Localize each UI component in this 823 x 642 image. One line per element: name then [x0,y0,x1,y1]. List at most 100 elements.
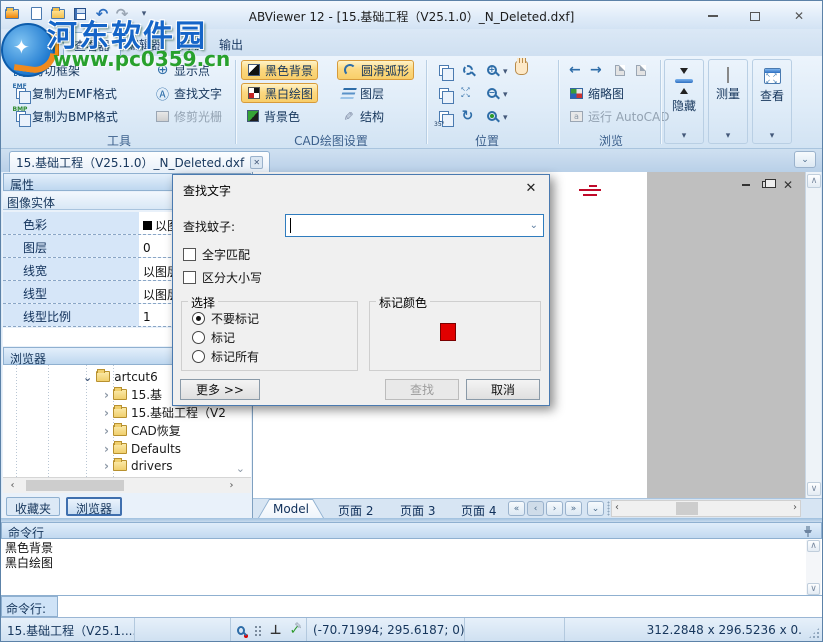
tree-node[interactable]: CAD恢复 [104,422,181,439]
checkbox-icon[interactable] [183,271,196,284]
expand-node-icon[interactable] [104,442,109,456]
expand-node-icon[interactable] [104,459,109,473]
tree-scroll-down-icon[interactable]: ⌄ [236,462,245,475]
zoom-selected-button[interactable] [480,106,512,126]
rotate-35-button[interactable]: 35° [432,106,455,126]
tree-scroll-right-icon[interactable]: › [224,479,239,492]
zoom-out-dropdown-icon[interactable] [503,86,508,100]
checkbox-icon[interactable] [183,248,196,261]
canvas-vertical-scrollbar[interactable]: ∧ ∨ [805,172,821,498]
hide-dropdown-icon[interactable] [682,127,687,141]
zoom-in-dropdown-icon[interactable] [503,63,508,77]
expand-node-icon[interactable] [104,424,109,438]
copy-bmp-button[interactable]: BMP 复制为BMP格式 [9,106,122,126]
expand-node-icon[interactable] [104,406,109,420]
zoom-window-button[interactable] [456,60,479,80]
tab-viewer[interactable]: 查看器 [63,32,121,56]
radio-icon[interactable] [192,312,205,325]
radio-icon[interactable] [192,350,205,363]
minimize-button[interactable] [700,7,726,25]
bw-drawing-toggle[interactable]: 黑白绘图 [241,83,318,103]
more-button[interactable]: 更多 >> [180,379,260,400]
tree-node[interactable]: 15.基 [104,386,162,403]
expand-node-icon[interactable] [104,388,109,402]
copy-view-button[interactable] [432,83,455,103]
zoom-in-button[interactable]: + [480,60,512,80]
tab-browser[interactable]: 浏览器 [66,497,122,516]
status-edit-check-icon[interactable] [290,624,300,637]
view-button[interactable]: ↖ ↗↙ ↘ 查看 [752,59,792,144]
radio-no-mark[interactable]: 不要标记 [192,310,259,327]
scroll-down-icon[interactable]: ∨ [807,482,821,496]
pan-button[interactable] [510,58,533,78]
command-input-row[interactable]: 命令行: [1,596,822,617]
tree-node[interactable]: Defaults [104,440,181,457]
copy-emf-button[interactable]: EMF 复制为EMF格式 [9,83,121,103]
tree-node-root[interactable]: artcut6 [83,368,158,385]
tree-horizontal-scrollbar[interactable]: ‹ › [3,477,251,493]
page-tab-2[interactable]: 页面 2 [338,502,373,519]
zoom-selected-dropdown-icon[interactable] [503,109,508,123]
page-last-icon[interactable]: » [565,501,582,516]
log-scroll-up-icon[interactable]: ∧ [807,540,820,552]
mark-color-swatch[interactable] [440,323,456,341]
command-log[interactable]: 黑色背景 黑白绘图 [1,539,822,596]
tab-editor[interactable]: 编辑器 [117,32,173,56]
background-color-button[interactable]: 背景色 [241,106,304,126]
command-panel-header[interactable]: 命令行 [1,522,822,539]
smooth-arcs-toggle[interactable]: 圆滑弧形 [337,60,414,80]
tab-favorites[interactable]: 收藏夹 [6,497,60,516]
status-grid-icon[interactable] [253,624,262,636]
show-points-button[interactable]: 显示点 [151,60,214,80]
command-log-scrollbar[interactable]: ∧ ∨ [806,540,821,595]
maximize-button[interactable] [742,7,768,25]
document-tab[interactable]: 15.基础工程（V25.1.0）_N_Deleted.dxf ✕ [9,151,270,172]
black-background-toggle[interactable]: 黑色背景 [241,60,318,80]
measure-button[interactable]: 测量 [708,59,748,144]
close-button[interactable] [786,7,812,25]
refresh-view-button[interactable] [456,106,479,126]
canvas-horizontal-scrollbar[interactable]: ‹ › [611,500,801,517]
document-tab-close-icon[interactable]: ✕ [250,156,263,169]
match-case-checkbox[interactable]: 区分大小写 [183,269,262,286]
status-zoom-icon[interactable] [237,626,245,635]
find-text-combobox[interactable]: ⌄ [285,214,544,237]
page-next-icon[interactable]: › [546,501,563,516]
dialog-close-icon[interactable]: ✕ [523,180,539,196]
page-prev-icon[interactable]: ‹ [527,501,544,516]
page-tab-4[interactable]: 页面 4 [461,502,496,519]
status-ortho-icon[interactable] [270,623,282,638]
cancel-button[interactable]: 取消 [466,379,540,400]
forward-button[interactable] [586,60,606,80]
radio-mark-all[interactable]: 标记所有 [192,348,259,365]
scroll-up-icon[interactable]: ∧ [807,174,821,188]
page-first-icon[interactable]: « [508,501,525,516]
rotate-pages-button[interactable] [432,60,455,80]
cut-frame-button[interactable]: 剪切框架 [9,60,84,80]
tab-file[interactable]: 文件 [9,32,59,56]
child-close-icon[interactable]: ✕ [781,179,795,190]
tree-node[interactable]: drivers [104,457,173,474]
structure-button[interactable]: 结构 [337,106,388,126]
tree-scroll-left-icon[interactable]: ‹ [5,479,20,492]
layers-button[interactable]: 图层 [337,83,388,103]
page-tab-3[interactable]: 页面 3 [400,502,435,519]
canvas-scroll-right-icon[interactable]: › [793,502,797,513]
radio-icon[interactable] [192,331,205,344]
log-scroll-down-icon[interactable]: ∨ [807,583,820,595]
tree-node[interactable]: 15.基础工程（V2 [104,404,226,421]
fit-extents-button[interactable]: ↖↗↙↘ [456,83,479,103]
panel-collapse-icon[interactable]: ⌄ [794,151,816,168]
child-minimize-icon[interactable] [739,179,753,190]
collapse-node-icon[interactable] [83,370,92,384]
combobox-dropdown-icon[interactable]: ⌄ [530,220,538,231]
canvas-scroll-thumb[interactable] [676,502,698,515]
tab-advanced[interactable]: 高级 [169,32,213,56]
tree-scroll-thumb[interactable] [26,480,124,491]
find-text-button[interactable]: 查找文字 [151,83,226,103]
match-whole-word-checkbox[interactable]: 全字匹配 [183,246,250,263]
thumbnail-button[interactable]: 缩略图 [565,83,628,103]
tab-output[interactable]: 输出 [209,32,253,56]
back-button[interactable] [565,60,585,80]
measure-dropdown-icon[interactable] [726,127,731,141]
